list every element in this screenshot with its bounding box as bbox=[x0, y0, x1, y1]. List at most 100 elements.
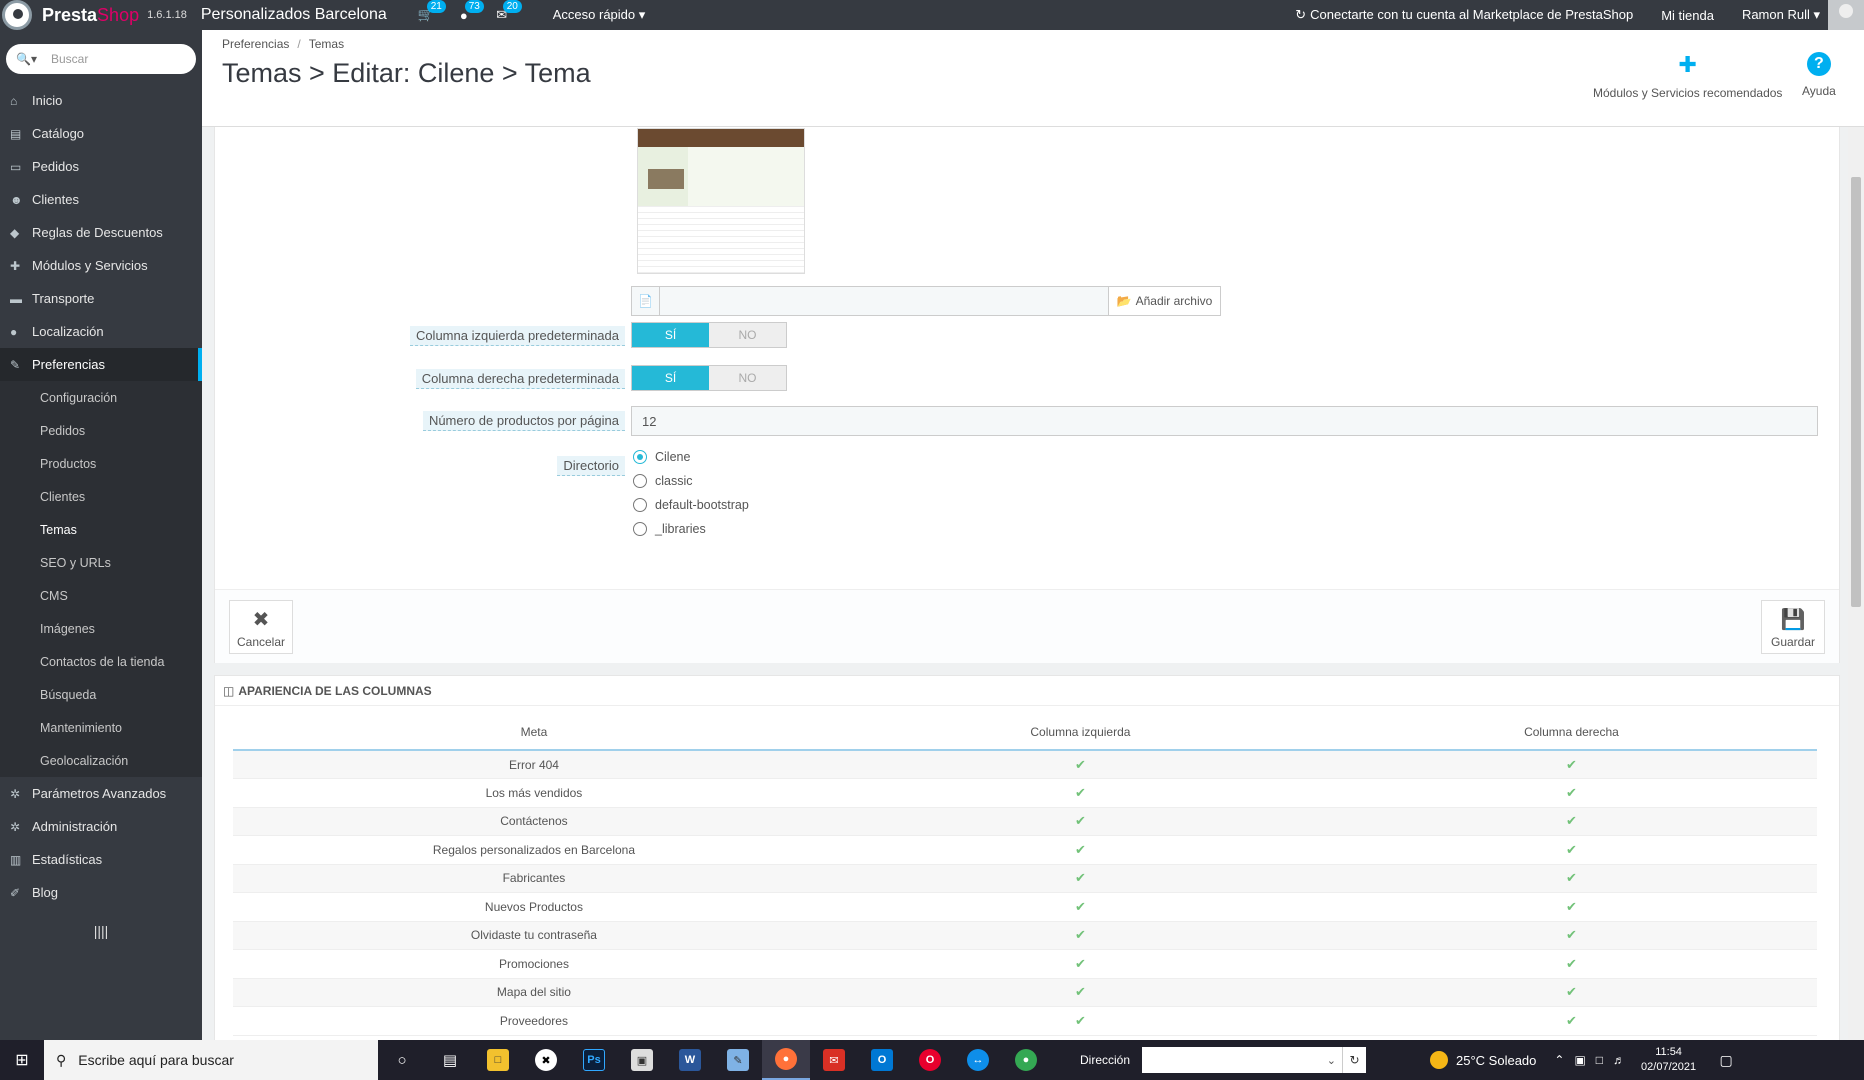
check-icon[interactable]: ✔ bbox=[1075, 757, 1086, 772]
chrome-icon[interactable]: ● bbox=[1002, 1040, 1050, 1080]
prestashop-logo[interactable]: Presta Shop 1.6.1.18 bbox=[0, 0, 201, 30]
sidebar-subitem[interactable]: Productos bbox=[0, 447, 202, 480]
sidebar-item-localización[interactable]: ● Localización bbox=[0, 315, 202, 348]
sidebar-item-estadísticas[interactable]: ▥ Estadísticas bbox=[0, 843, 202, 876]
right-column-no[interactable]: NO bbox=[709, 366, 786, 390]
sidebar-item-preferencias[interactable]: ✎ Preferencias bbox=[0, 348, 202, 381]
left-column-no[interactable]: NO bbox=[709, 323, 786, 347]
sidebar-subitem[interactable]: Clientes bbox=[0, 480, 202, 513]
check-icon[interactable]: ✔ bbox=[1566, 899, 1577, 914]
radio-button[interactable] bbox=[633, 474, 647, 488]
collapse-sidebar-button[interactable]: |||| bbox=[0, 923, 202, 939]
orders-notification[interactable]: 🛒 21 bbox=[407, 0, 446, 30]
sidebar-item-blog[interactable]: ✐ Blog bbox=[0, 876, 202, 909]
volume-icon[interactable]: ♬ bbox=[1613, 1053, 1625, 1067]
taskbar-search[interactable]: ⚲ Escribe aquí para buscar bbox=[44, 1040, 378, 1080]
word-icon[interactable]: W bbox=[666, 1040, 714, 1080]
sidebar-item-clientes[interactable]: ☻ Clientes bbox=[0, 183, 202, 216]
sidebar-item-módulos-y-servicios[interactable]: ✚ Módulos y Servicios bbox=[0, 249, 202, 282]
search-input[interactable]: Buscar bbox=[51, 52, 88, 66]
check-icon[interactable]: ✔ bbox=[1566, 757, 1577, 772]
check-icon[interactable]: ✔ bbox=[1075, 785, 1086, 800]
check-icon[interactable]: ✔ bbox=[1566, 956, 1577, 971]
page-scrollbar[interactable] bbox=[1848, 127, 1864, 1040]
check-icon[interactable]: ✔ bbox=[1075, 842, 1086, 857]
teamviewer-icon[interactable]: ↔ bbox=[954, 1040, 1002, 1080]
radio-button[interactable] bbox=[633, 522, 647, 536]
recommended-modules-button[interactable]: ✚ Módulos y Servicios recomendados bbox=[1593, 52, 1782, 100]
chevron-up-icon[interactable]: ⌃ bbox=[1554, 1053, 1564, 1067]
outlook-icon[interactable]: O bbox=[858, 1040, 906, 1080]
directory-option[interactable]: default-bootstrap bbox=[633, 498, 749, 512]
radio-button[interactable] bbox=[633, 450, 647, 464]
marketplace-link[interactable]: ↻ Conectarte con tu cuenta al Marketplace… bbox=[1295, 7, 1633, 23]
breadcrumb-themes[interactable]: Temas bbox=[309, 37, 344, 51]
firefox-icon[interactable]: ● bbox=[762, 1040, 810, 1080]
check-icon[interactable]: ✔ bbox=[1075, 813, 1086, 828]
weather-widget[interactable]: 25°C Soleado bbox=[1430, 1051, 1536, 1069]
save-button[interactable]: 💾 Guardar bbox=[1761, 600, 1825, 654]
address-input[interactable]: ⌄ bbox=[1142, 1047, 1343, 1073]
check-icon[interactable]: ✔ bbox=[1566, 984, 1577, 999]
products-per-page-input[interactable]: 12 bbox=[631, 406, 1818, 436]
check-icon[interactable]: ✔ bbox=[1075, 870, 1086, 885]
cortana-icon[interactable]: ○ bbox=[378, 1040, 426, 1080]
refresh-icon[interactable]: ↻ bbox=[1342, 1047, 1367, 1073]
task-view-icon[interactable]: ▤ bbox=[426, 1040, 474, 1080]
check-icon[interactable]: ✔ bbox=[1075, 956, 1086, 971]
search-icon[interactable]: 🔍▾ bbox=[16, 52, 37, 66]
directory-option[interactable]: _libraries bbox=[633, 522, 706, 536]
check-icon[interactable]: ✔ bbox=[1566, 1013, 1577, 1028]
customers-notification[interactable]: ● 73 bbox=[445, 0, 484, 30]
directory-option[interactable]: classic bbox=[633, 474, 693, 488]
my-store-link[interactable]: Mi tienda bbox=[1661, 8, 1714, 23]
user-menu[interactable]: Ramon Rull ▾ bbox=[1742, 7, 1820, 23]
cancel-button[interactable]: ✖ Cancelar bbox=[229, 600, 293, 654]
sidebar-item-administración[interactable]: ✲ Administración bbox=[0, 810, 202, 843]
sidebar-subitem[interactable]: SEO y URLs bbox=[0, 546, 202, 579]
sidebar-item-reglas-de-descuentos[interactable]: ◆ Reglas de Descuentos bbox=[0, 216, 202, 249]
paint-icon[interactable]: ✎ bbox=[714, 1040, 762, 1080]
sidebar-item-pedidos[interactable]: ▭ Pedidos bbox=[0, 150, 202, 183]
shop-name-link[interactable]: Personalizados Barcelona bbox=[201, 6, 387, 24]
sidebar-item-inicio[interactable]: ⌂ Inicio bbox=[0, 84, 202, 117]
sidebar-subitem[interactable]: Imágenes bbox=[0, 612, 202, 645]
sidebar-subitem[interactable]: Temas bbox=[0, 513, 202, 546]
network-icon[interactable]: □ bbox=[1596, 1053, 1603, 1067]
sidebar-subitem[interactable]: Mantenimiento bbox=[0, 711, 202, 744]
taskbar-search-input[interactable]: Escribe aquí para buscar bbox=[78, 1052, 234, 1068]
quick-access-dropdown[interactable]: Acceso rápido ▾ bbox=[553, 7, 646, 23]
opera-icon[interactable]: O bbox=[906, 1040, 954, 1080]
photoshop-icon[interactable]: Ps bbox=[570, 1040, 618, 1080]
check-icon[interactable]: ✔ bbox=[1566, 813, 1577, 828]
check-icon[interactable]: ✔ bbox=[1075, 1013, 1086, 1028]
avatar[interactable] bbox=[1828, 0, 1864, 30]
sidebar-subitem[interactable]: Búsqueda bbox=[0, 678, 202, 711]
messages-notification[interactable]: ✉ 20 bbox=[483, 0, 522, 30]
sidebar-subitem[interactable]: Configuración bbox=[0, 381, 202, 414]
meet-icon[interactable]: ▣ bbox=[1574, 1053, 1585, 1067]
add-file-button[interactable]: 📂 Añadir archivo bbox=[1108, 287, 1220, 315]
clock[interactable]: 11:54 02/07/2021 bbox=[1641, 1045, 1696, 1075]
directory-option[interactable]: Cilene bbox=[633, 450, 690, 464]
file-path-field[interactable] bbox=[660, 287, 1108, 315]
sidebar-item-parámetros-avanzados[interactable]: ✲ Parámetros Avanzados bbox=[0, 777, 202, 810]
windows-start-icon[interactable]: ⊞ bbox=[0, 1040, 44, 1080]
check-icon[interactable]: ✔ bbox=[1075, 984, 1086, 999]
right-column-yes[interactable]: SÍ bbox=[632, 366, 709, 390]
sidebar-subitem[interactable]: CMS bbox=[0, 579, 202, 612]
search-box[interactable]: 🔍▾ Buscar bbox=[6, 44, 196, 74]
check-icon[interactable]: ✔ bbox=[1566, 927, 1577, 942]
check-icon[interactable]: ✔ bbox=[1566, 785, 1577, 800]
sidebar-subitem[interactable]: Pedidos bbox=[0, 414, 202, 447]
radio-button[interactable] bbox=[633, 498, 647, 512]
sidebar-item-catálogo[interactable]: ▤ Catálogo bbox=[0, 117, 202, 150]
breadcrumb-preferences[interactable]: Preferencias bbox=[222, 37, 289, 51]
check-icon[interactable]: ✔ bbox=[1075, 927, 1086, 942]
help-button[interactable]: ? Ayuda bbox=[1802, 52, 1836, 98]
sidebar-item-transporte[interactable]: ▬ Transporte bbox=[0, 282, 202, 315]
check-icon[interactable]: ✔ bbox=[1566, 842, 1577, 857]
sidebar-subitem[interactable]: Geolocalización bbox=[0, 744, 202, 777]
left-column-yes[interactable]: SÍ bbox=[632, 323, 709, 347]
store-icon[interactable]: ▣ bbox=[618, 1040, 666, 1080]
